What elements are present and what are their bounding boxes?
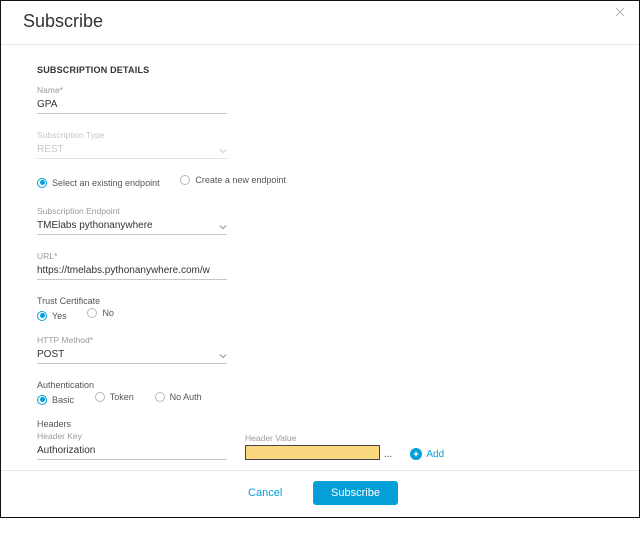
header-value-input[interactable] — [245, 445, 380, 460]
name-input[interactable] — [37, 97, 227, 114]
http-method-select[interactable] — [37, 347, 227, 364]
label-subscription-type: Subscription Type — [37, 130, 603, 140]
header-value-block: Header Value — [245, 433, 380, 460]
label-authentication: Authentication — [37, 380, 603, 390]
url-input[interactable] — [37, 263, 227, 280]
label-header-key: Header Key — [37, 431, 227, 441]
radio-trust-yes[interactable]: Yes — [37, 311, 67, 321]
label-subscription-endpoint: Subscription Endpoint — [37, 206, 603, 216]
field-subscription-type: Subscription Type — [37, 130, 603, 159]
cancel-button[interactable]: Cancel — [242, 486, 288, 500]
label-headers: Headers — [37, 419, 603, 429]
field-trust-certificate: Trust Certificate Yes No — [37, 296, 603, 321]
section-subscription-details: SUBSCRIPTION DETAILS — [37, 65, 603, 75]
radio-existing-endpoint[interactable]: Select an existing endpoint — [37, 178, 160, 188]
headers-row: Header Key Header Value ... Add — [37, 431, 603, 460]
add-label: Add — [426, 449, 444, 460]
close-icon[interactable] — [615, 7, 625, 17]
endpoint-mode-radios: Select an existing endpoint Create a new… — [37, 175, 603, 188]
subscription-endpoint-select[interactable] — [37, 218, 227, 235]
label-http-method: HTTP Method* — [37, 335, 603, 345]
field-url: URL* — [37, 251, 603, 280]
field-subscription-endpoint: Subscription Endpoint — [37, 206, 603, 235]
radio-label: Select an existing endpoint — [52, 178, 160, 188]
dialog-footer: Cancel Subscribe — [1, 470, 639, 517]
radio-auth-basic[interactable]: Basic — [37, 395, 74, 405]
radio-label: No Auth — [170, 392, 202, 402]
ellipsis-icon: ... — [384, 450, 392, 460]
radio-label: Token — [110, 392, 134, 402]
dialog-title: Subscribe — [23, 11, 617, 32]
radio-label: No — [102, 308, 114, 318]
radio-create-endpoint[interactable]: Create a new endpoint — [180, 175, 286, 185]
radio-label: Basic — [52, 395, 74, 405]
label-name: Name* — [37, 85, 603, 95]
add-header-button[interactable]: Add — [410, 448, 444, 460]
field-name: Name* — [37, 85, 603, 114]
radio-label: Create a new endpoint — [195, 175, 286, 185]
radio-trust-no[interactable]: No — [87, 308, 114, 318]
field-authentication: Authentication Basic Token No Auth — [37, 380, 603, 405]
radio-auth-token[interactable]: Token — [95, 392, 134, 402]
radio-auth-noauth[interactable]: No Auth — [155, 392, 202, 402]
label-trust-certificate: Trust Certificate — [37, 296, 603, 306]
radio-label: Yes — [52, 311, 67, 321]
subscription-type-select — [37, 142, 227, 159]
subscribe-button[interactable]: Subscribe — [313, 481, 398, 505]
plus-icon — [410, 448, 422, 460]
header-key-block: Header Key — [37, 431, 227, 460]
field-http-method: HTTP Method* — [37, 335, 603, 364]
subscribe-dialog: Subscribe SUBSCRIPTION DETAILS Name* Sub… — [0, 0, 640, 518]
label-url: URL* — [37, 251, 603, 261]
dialog-body: SUBSCRIPTION DETAILS Name* Subscription … — [1, 45, 639, 470]
label-header-value: Header Value — [245, 433, 380, 443]
header-key-input[interactable] — [37, 443, 227, 460]
dialog-header: Subscribe — [1, 1, 639, 45]
